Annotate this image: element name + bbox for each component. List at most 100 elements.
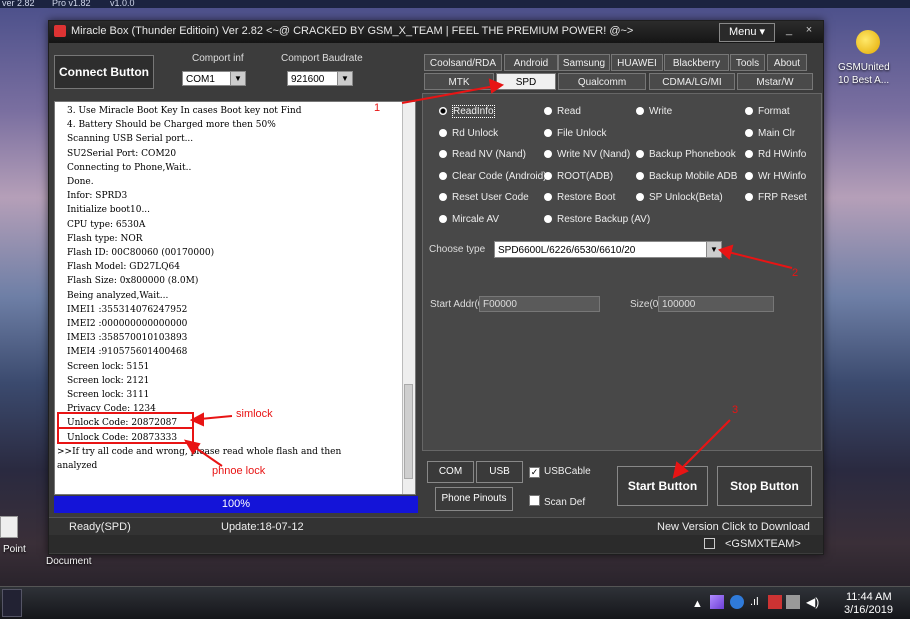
usb-cable-checkbox[interactable]: ✓ USBCable: [529, 466, 591, 478]
flag-icon[interactable]: [768, 595, 782, 609]
tab-tools[interactable]: Tools: [730, 54, 765, 71]
radio-write[interactable]: Write: [636, 106, 672, 117]
desktop-icon-label: 10 Best A...: [838, 75, 890, 86]
size-input[interactable]: 100000: [658, 296, 774, 312]
radio-readinfo[interactable]: ReadInfo: [439, 105, 495, 118]
baudrate-label: Comport Baudrate: [281, 53, 363, 64]
chevron-down-icon[interactable]: ▼: [230, 72, 245, 85]
radio-icon[interactable]: [544, 193, 552, 201]
radio-frp-reset[interactable]: FRP Reset: [745, 192, 807, 203]
connect-button[interactable]: Connect Button: [54, 55, 154, 89]
stop-button[interactable]: Stop Button: [717, 466, 812, 506]
radio-icon[interactable]: [544, 214, 552, 223]
usb-scan-button[interactable]: USB Scan: [476, 461, 523, 497]
network-icon[interactable]: [786, 595, 800, 609]
scrollbar-thumb[interactable]: [404, 384, 413, 479]
radio-icon[interactable]: [544, 128, 552, 137]
volume-icon[interactable]: ◀): [806, 595, 819, 609]
radio-label: Restore Boot: [557, 192, 616, 203]
radio-read-nv-nand-[interactable]: Read NV (Nand): [439, 149, 526, 160]
radio-icon[interactable]: [439, 193, 447, 201]
chevron-down-icon[interactable]: ▼: [337, 72, 352, 85]
tab-coolsand-rda[interactable]: Coolsand/RDA: [424, 54, 502, 71]
radio-backup-phonebook[interactable]: Backup Phonebook: [636, 149, 736, 160]
tab-spd[interactable]: SPD: [496, 73, 556, 90]
radio-icon[interactable]: [745, 128, 753, 137]
radio-format[interactable]: Format: [745, 106, 790, 117]
tab-mstar-w[interactable]: Mstar/W: [737, 73, 813, 90]
tab-qualcomm[interactable]: Qualcomm: [558, 73, 646, 90]
radio-rd-unlock[interactable]: Rd Unlock: [439, 128, 498, 139]
comport-value: COM1: [186, 74, 215, 85]
checkbox-unchecked-icon[interactable]: [529, 495, 540, 506]
log-line: Scanning USB Serial port...: [67, 134, 194, 145]
tab-about[interactable]: About: [767, 54, 807, 71]
document-icon[interactable]: [0, 516, 18, 538]
radio-sp-unlock-beta-[interactable]: SP Unlock(Beta): [636, 192, 723, 203]
radio-icon[interactable]: [636, 171, 644, 180]
radio-main-clr[interactable]: Main Clr: [745, 128, 795, 139]
close-icon[interactable]: ×: [803, 24, 815, 36]
radio-reset-user-code[interactable]: Reset User Code: [439, 192, 529, 203]
tab-samsung[interactable]: Samsung: [558, 54, 610, 71]
phone-pinouts-button[interactable]: Phone Pinouts: [435, 487, 513, 511]
com-scan-button[interactable]: COM Scan: [427, 461, 474, 497]
radio-restore-boot[interactable]: Restore Boot: [544, 192, 615, 203]
minimize-icon[interactable]: _: [783, 24, 795, 36]
clock-date[interactable]: 3/16/2019: [844, 604, 893, 616]
radio-icon[interactable]: [636, 193, 644, 201]
radio-root-adb-[interactable]: ROOT(ADB): [544, 171, 613, 182]
tab-cdma-lg-mi[interactable]: CDMA/LG/MI: [649, 73, 735, 90]
tab-android[interactable]: Android: [504, 54, 558, 71]
new-version-link[interactable]: New Version Click to Download: [657, 521, 810, 533]
log-line: Screen lock: 3111: [67, 390, 150, 400]
radio-wr-hwinfo[interactable]: Wr HWinfo: [745, 171, 806, 182]
radio-icon[interactable]: [544, 150, 552, 158]
comport-select[interactable]: COM1 ▼: [182, 71, 246, 86]
radio-icon[interactable]: [439, 171, 447, 180]
radio-icon[interactable]: [439, 214, 447, 223]
radio-rd-hwinfo[interactable]: Rd HWinfo: [745, 149, 806, 160]
tab-blackberry[interactable]: Blackberry: [664, 54, 729, 71]
radio-write-nv-nand-[interactable]: Write NV (Nand): [544, 149, 630, 160]
browser-icon[interactable]: [730, 595, 744, 609]
scan-def-checkbox[interactable]: Scan Def: [529, 495, 585, 508]
desktop-shortcut-gsmunited[interactable]: [848, 30, 888, 54]
radio-icon[interactable]: [439, 128, 447, 137]
radio-icon[interactable]: [745, 193, 753, 201]
radio-clear-code-android-[interactable]: Clear Code (Android): [439, 171, 547, 182]
radio-icon[interactable]: [636, 107, 644, 115]
chevron-down-icon[interactable]: ▼: [706, 242, 721, 257]
radio-restore-backup-av-[interactable]: Restore Backup (AV): [544, 214, 650, 225]
radio-mircale-av[interactable]: Mircale AV: [439, 214, 499, 225]
radio-icon[interactable]: [544, 171, 552, 180]
radio-file-unlock[interactable]: File Unlock: [544, 128, 606, 139]
tab-huawei[interactable]: HUAWEI: [611, 54, 663, 71]
start-addr-input[interactable]: F00000: [479, 296, 600, 312]
radio-icon[interactable]: [636, 150, 644, 158]
radio-icon[interactable]: [745, 150, 753, 158]
signal-icon[interactable]: .ıl: [750, 596, 759, 608]
pen-icon[interactable]: [710, 595, 724, 609]
radio-icon[interactable]: [544, 107, 552, 115]
radio-icon[interactable]: [439, 150, 447, 158]
annotation-number: 1: [374, 102, 381, 114]
tab-mtk[interactable]: MTK: [424, 73, 494, 90]
start-button[interactable]: Start Button: [617, 466, 708, 506]
radio-icon[interactable]: [745, 107, 753, 115]
log-line: Flash Model: GD27LQ64: [67, 262, 180, 273]
menu-button[interactable]: Menu ▾: [719, 23, 775, 42]
tray-expand-icon[interactable]: ▲: [692, 598, 703, 610]
start-orb-icon[interactable]: [2, 589, 22, 617]
choose-type-select[interactable]: SPD6600L/6226/6530/6610/20 ▼: [494, 241, 722, 258]
baudrate-select[interactable]: 921600 ▼: [287, 71, 353, 86]
radio-icon[interactable]: [439, 107, 447, 115]
radio-read[interactable]: Read: [544, 106, 581, 117]
radio-icon[interactable]: [745, 171, 753, 180]
title-bar[interactable]: Miracle Box (Thunder Editioin) Ver 2.82 …: [49, 21, 823, 43]
radio-label: FRP Reset: [758, 192, 807, 203]
checkbox-checked-icon[interactable]: ✓: [529, 467, 540, 478]
log-scrollbar[interactable]: [402, 102, 415, 494]
clock-time[interactable]: 11:44 AM: [846, 591, 892, 603]
radio-backup-mobile-adb[interactable]: Backup Mobile ADB: [636, 171, 737, 182]
